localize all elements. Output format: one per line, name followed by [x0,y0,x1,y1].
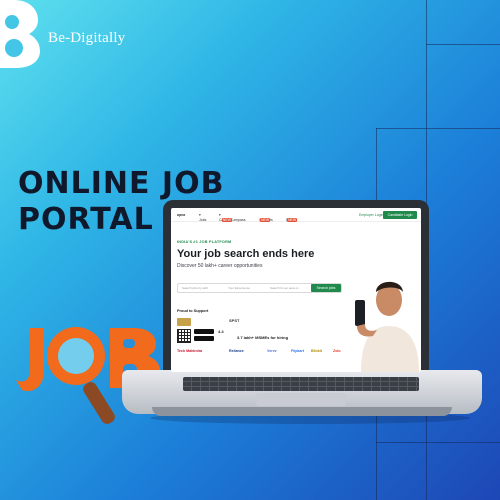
new-badge: NEW [221,218,232,222]
grid-line-horizontal [376,128,500,129]
proud-to-support-label: Proud to Support [177,309,209,313]
brand-name: Be-Digitally [48,30,126,46]
brand-logo: Reliance [229,349,244,353]
location-search-input[interactable]: Search for an area or... [270,286,301,290]
laptop-keyboard [183,377,419,391]
spst-logo: SPST [229,318,240,323]
hero-kicker: INDIA'S #1 JOB PLATFORM [177,240,232,244]
google-play-badge[interactable] [194,329,214,334]
government-emblem-icon [177,318,191,326]
brand-logo: Flipkart [291,349,304,353]
site-navbar: apna Jobs ▾ Career Compass ▾ NEW Contest… [171,208,421,222]
site-logo[interactable]: apna [177,213,185,217]
nav-jobs-label: Jobs [199,218,207,222]
employer-login-link[interactable]: Employer Login [359,213,383,217]
brand-logo: Tech Mahindra [177,349,203,353]
laptop-front-edge [152,407,452,416]
grid-line-horizontal [426,44,500,45]
person-with-phone-illustration [355,281,419,372]
new-badge: NEW [260,218,271,222]
laptop-screen: apna Jobs ▾ Career Compass ▾ NEW Contest… [171,208,421,372]
brand-logo-icon [0,0,40,68]
brand-logo: Blinkit [311,349,322,353]
candidate-login-button[interactable]: Candidate Login [383,211,417,219]
hero-subtitle: Discover 50 lakh+ career opportunities [177,263,263,269]
nav-jobs[interactable]: Jobs ▾ [199,213,206,222]
headline-line-1: ONLINE JOB [18,166,225,201]
search-jobs-button[interactable]: Search jobs [311,284,341,292]
app-rating: 4.4 [218,329,224,334]
app-store-badge[interactable] [194,336,214,341]
experience-select[interactable]: Your Experience [228,286,250,290]
laptop-touchpad [256,393,346,406]
skill-search-input[interactable]: Search jobs by skill [182,286,208,290]
qr-code-icon [177,329,191,343]
hero-title: Your job search ends here [177,248,315,260]
new-badge: NEW [287,218,298,222]
brand-logo: Verve [267,349,277,353]
nav-career-compass[interactable]: Career Compass ▾ NEW [219,213,245,222]
brand-logo: Zolo [333,349,341,353]
msme-count: 3.7 lakh+ MSMEs for hiring [237,335,289,340]
grid-line-horizontal [376,442,500,443]
